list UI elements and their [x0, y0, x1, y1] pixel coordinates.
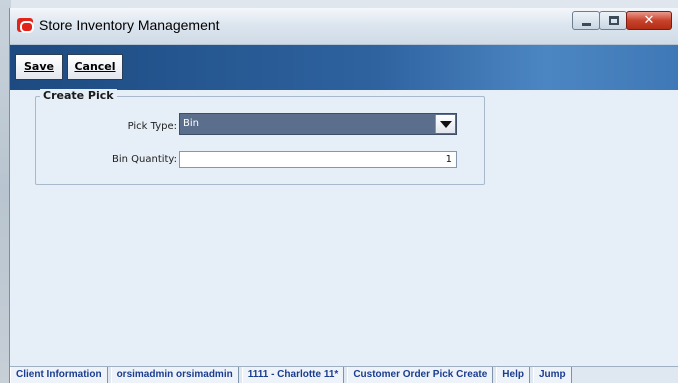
close-button[interactable]: ✕ [626, 11, 672, 30]
status-jump[interactable]: Jump [532, 367, 572, 383]
bin-quantity-label: Bin Quantity: [111, 154, 177, 165]
oracle-app-icon [17, 18, 34, 33]
toolbar: Save Cancel [10, 45, 678, 90]
maximize-icon [609, 16, 619, 25]
close-icon: ✕ [643, 13, 655, 28]
bin-quantity-input[interactable]: 1 [179, 151, 457, 168]
title-bar[interactable]: Store Inventory Management ✕ [10, 8, 678, 45]
status-store[interactable]: 1111 - Charlotte 11* [241, 367, 345, 383]
window-controls: ✕ [572, 11, 672, 31]
pick-type-select[interactable]: Bin [179, 113, 457, 135]
status-help[interactable]: Help [496, 367, 530, 383]
save-button[interactable]: Save [15, 54, 63, 80]
pick-type-label: Pick Type: [127, 121, 177, 132]
minimize-button[interactable] [572, 11, 600, 30]
minimize-icon [582, 23, 591, 26]
cancel-button[interactable]: Cancel [67, 54, 123, 80]
status-client-information[interactable]: Client Information [10, 367, 108, 383]
status-user[interactable]: orsimadmin orsimadmin [110, 367, 239, 383]
status-screen-name[interactable]: Customer Order Pick Create [347, 367, 494, 383]
status-bar: Client Information orsimadmin orsimadmin… [10, 366, 678, 383]
pick-type-value: Bin [183, 118, 199, 129]
desktop-background-top [0, 0, 678, 8]
create-pick-group [35, 96, 485, 185]
chevron-down-icon[interactable] [435, 115, 455, 133]
group-title: Create Pick [40, 89, 117, 102]
maximize-button[interactable] [599, 11, 627, 30]
app-window: Store Inventory Management ✕ Save Cancel… [9, 8, 678, 383]
window-title: Store Inventory Management [39, 17, 220, 33]
